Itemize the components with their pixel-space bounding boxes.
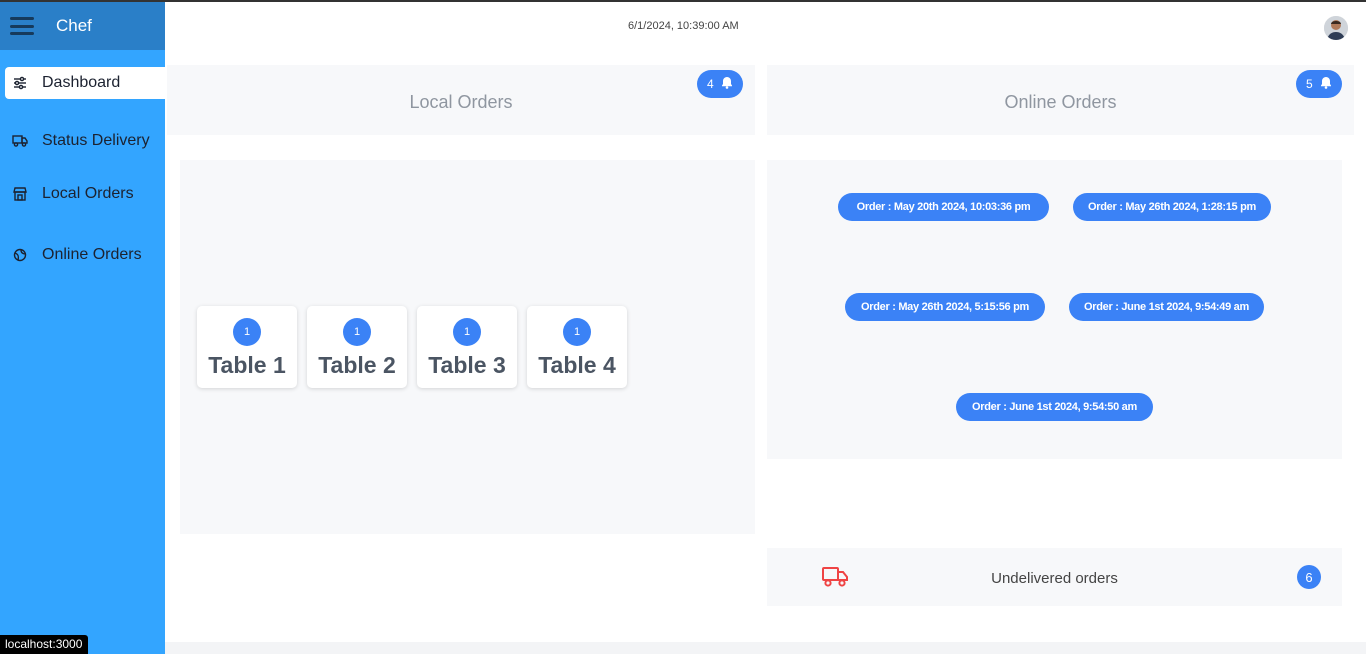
sidebar-header: Chef <box>0 2 165 50</box>
online-order-pill[interactable]: Order : June 1st 2024, 9:54:50 am <box>956 393 1153 421</box>
online-order-pill[interactable]: Order : June 1st 2024, 9:54:49 am <box>1069 293 1264 321</box>
menu-icon[interactable] <box>10 17 34 35</box>
table-order-count: 1 <box>343 318 371 346</box>
undelivered-orders-count: 6 <box>1297 565 1321 589</box>
undelivered-orders-label: Undelivered orders <box>991 570 1118 587</box>
online-orders-header: Online Orders 5 <box>767 65 1354 135</box>
table-order-count: 1 <box>233 318 261 346</box>
truck-icon <box>12 133 28 149</box>
sidebar-item-dashboard[interactable]: Dashboard <box>5 67 165 99</box>
sidebar-item-label: Dashboard <box>42 74 121 91</box>
table-name: Table 4 <box>538 352 616 378</box>
online-order-pill[interactable]: Order : May 26th 2024, 5:15:56 pm <box>845 293 1045 321</box>
local-orders-header: Local Orders 4 <box>167 65 755 135</box>
globe-icon <box>12 247 28 263</box>
sidebar: Chef Dashboard Status Delivery Local Ord… <box>0 2 165 654</box>
table-card[interactable]: 1 Table 2 <box>307 306 407 388</box>
table-name: Table 1 <box>208 352 286 378</box>
table-order-count: 1 <box>563 318 591 346</box>
sidebar-item-label: Status Delivery <box>42 132 150 149</box>
online-orders-title: Online Orders <box>1004 92 1117 112</box>
online-order-pill[interactable]: Order : May 26th 2024, 1:28:15 pm <box>1073 193 1271 221</box>
table-name: Table 3 <box>428 352 506 378</box>
local-orders-title: Local Orders <box>409 92 513 112</box>
table-name: Table 2 <box>318 352 396 378</box>
table-order-count: 1 <box>453 318 481 346</box>
notification-count: 5 <box>1306 77 1313 91</box>
table-card[interactable]: 1 Table 4 <box>527 306 627 388</box>
bottom-scrollbar[interactable] <box>165 642 1366 654</box>
store-icon <box>12 186 28 202</box>
sidebar-item-label: Online Orders <box>42 246 142 263</box>
current-datetime: 6/1/2024, 10:39:00 AM <box>628 20 739 32</box>
online-orders-notification-button[interactable]: 5 <box>1296 70 1342 98</box>
local-orders-notification-button[interactable]: 4 <box>697 70 743 98</box>
bell-icon <box>721 76 733 92</box>
app-brand: Chef <box>56 16 92 35</box>
table-card[interactable]: 1 Table 1 <box>197 306 297 388</box>
sidebar-item-status-delivery[interactable]: Status Delivery <box>5 125 165 157</box>
sliders-icon <box>12 75 28 91</box>
table-card[interactable]: 1 Table 3 <box>417 306 517 388</box>
bell-icon <box>1320 76 1332 92</box>
avatar[interactable] <box>1324 16 1348 40</box>
undelivered-orders-card[interactable]: Undelivered orders 6 <box>767 548 1342 606</box>
status-bar-url: localhost:3000 <box>0 635 89 654</box>
notification-count: 4 <box>707 77 714 91</box>
sidebar-item-label: Local Orders <box>42 185 134 202</box>
sidebar-item-local-orders[interactable]: Local Orders <box>5 178 165 210</box>
online-order-pill[interactable]: Order : May 20th 2024, 10:03:36 pm <box>838 193 1049 221</box>
sidebar-item-online-orders[interactable]: Online Orders <box>5 239 165 271</box>
